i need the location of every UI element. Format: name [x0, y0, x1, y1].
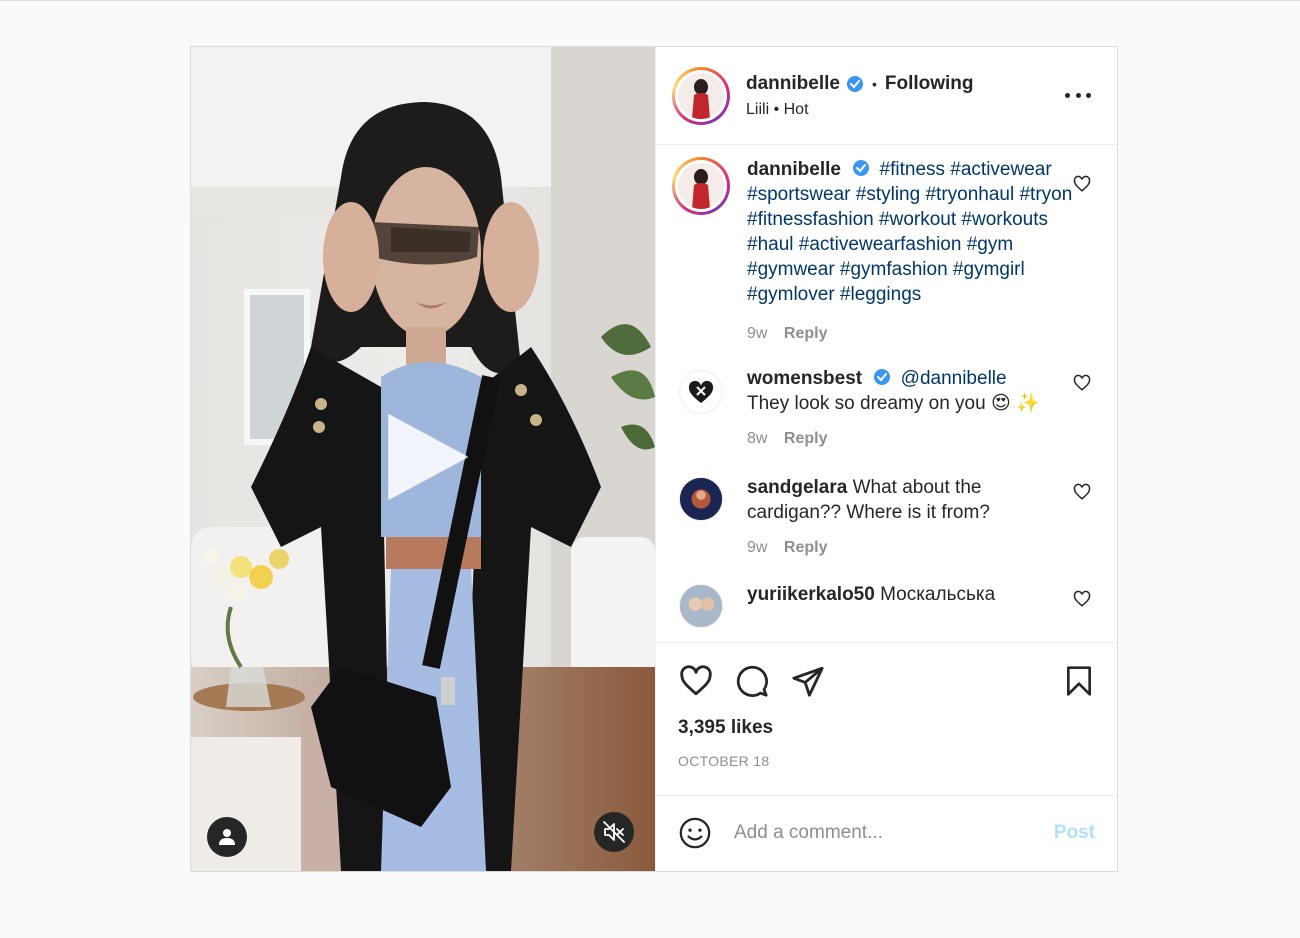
comment-username[interactable]: sandgelara	[747, 477, 847, 498]
comments-list[interactable]: dannibelle #fitness #activewear #sportsw…	[656, 145, 1117, 642]
reply-button[interactable]: Reply	[784, 430, 828, 447]
reply-button[interactable]: Reply	[784, 325, 828, 342]
paper-plane-icon	[792, 666, 824, 697]
comment-like-heart-icon[interactable]	[1073, 483, 1091, 501]
like-button[interactable]	[678, 663, 714, 699]
comment-mention[interactable]: @dannibelle	[901, 368, 1007, 389]
caption-hashtags[interactable]: #fitness #activewear #sportswear #stylin…	[747, 159, 1072, 305]
post-header: dannibelle • Following Liili • Hot	[656, 47, 1117, 145]
header-separator: •	[871, 75, 877, 92]
post-dialog: dannibelle • Following Liili • Hot danni…	[190, 46, 1118, 872]
comment-button[interactable]	[734, 663, 770, 699]
comment-item: sandgelara What about the cardigan?? Whe…	[672, 475, 1101, 560]
commenter-avatar[interactable]	[679, 584, 723, 628]
verified-badge-icon	[846, 75, 864, 93]
play-button[interactable]	[381, 409, 477, 505]
author-username[interactable]: dannibelle	[746, 73, 840, 95]
verified-badge-icon	[852, 159, 870, 177]
caption-author-avatar[interactable]	[672, 157, 730, 215]
heart-icon	[680, 665, 712, 696]
post-date: OCTOBER 18	[678, 753, 770, 769]
commenter-avatar[interactable]	[679, 370, 723, 414]
audio-track-link[interactable]: Liili • Hot	[746, 101, 974, 119]
comment-like-heart-icon[interactable]	[1073, 175, 1091, 193]
speaker-muted-icon	[603, 821, 625, 843]
more-options-icon[interactable]	[1065, 85, 1091, 105]
comment-like-heart-icon[interactable]	[1073, 374, 1091, 392]
likes-count[interactable]: 3,395 likes	[678, 717, 1101, 739]
share-button[interactable]	[790, 663, 826, 699]
comment-item: yuriikerkalo50 Москальська	[672, 582, 1101, 628]
add-comment-bar: Post	[656, 795, 1117, 869]
comment-age: 8w	[747, 430, 768, 447]
author-avatar-story-ring[interactable]	[672, 66, 730, 125]
author-avatar	[678, 72, 724, 119]
comment-age: 9w	[747, 539, 768, 556]
reply-button[interactable]: Reply	[784, 539, 828, 556]
comment-username[interactable]: dannibelle	[747, 159, 841, 180]
following-button[interactable]: Following	[885, 73, 974, 95]
comment-bubble-icon	[736, 665, 768, 697]
mute-toggle-button[interactable]	[594, 812, 634, 852]
video-player[interactable]	[191, 47, 655, 871]
caption-comment: dannibelle #fitness #activewear #sportsw…	[672, 157, 1101, 346]
comment-username[interactable]: yuriikerkalo50	[747, 584, 875, 605]
commenter-avatar[interactable]	[679, 477, 723, 521]
user-tag-icon	[219, 829, 235, 845]
verified-badge-icon	[873, 368, 891, 386]
comment-age: 9w	[747, 325, 768, 342]
top-divider	[0, 0, 1300, 1]
save-button[interactable]	[1061, 663, 1097, 699]
post-details-panel: dannibelle • Following Liili • Hot danni…	[655, 47, 1117, 871]
comment-like-heart-icon[interactable]	[1073, 590, 1091, 608]
comment-item: womensbest @dannibelle They look so drea…	[672, 366, 1101, 451]
post-actions: 3,395 likes OCTOBER 18	[656, 642, 1117, 795]
comment-text: Москальська	[880, 584, 996, 605]
emoji-icon[interactable]	[678, 816, 712, 850]
comment-username[interactable]: womensbest	[747, 368, 862, 389]
tagged-users-button[interactable]	[207, 817, 247, 857]
post-comment-button[interactable]: Post	[1054, 822, 1095, 844]
play-icon	[388, 414, 468, 500]
bookmark-icon	[1067, 666, 1091, 696]
comment-text: They look so dreamy on you 😍 ✨	[747, 393, 1040, 414]
comment-input[interactable]	[734, 821, 1054, 844]
